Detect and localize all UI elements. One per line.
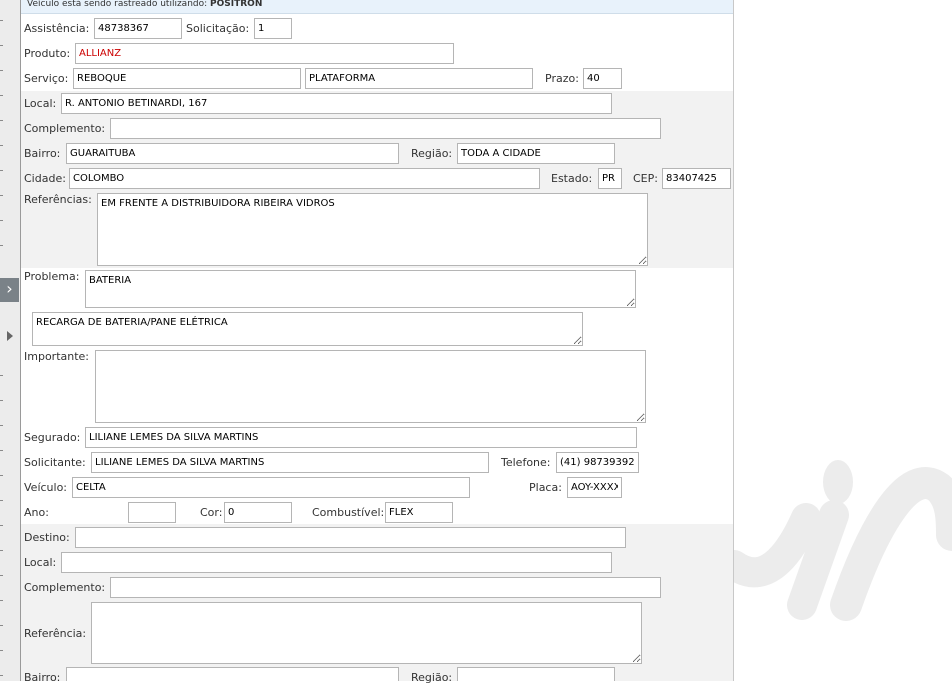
destino-regiao-input[interactable] (457, 667, 615, 681)
destino-local-input[interactable] (61, 552, 612, 573)
destino-referencia-textarea[interactable] (91, 602, 642, 664)
cep-input[interactable] (662, 168, 731, 189)
cidade-label: Cidade: (24, 172, 66, 185)
problema-textarea[interactable]: BATERIA (85, 270, 636, 308)
destino-regiao-label: Região: (411, 671, 453, 684)
problema-label: Problema: (24, 270, 80, 283)
prazo-label: Prazo: (545, 72, 579, 85)
left-sidebar: › (0, 0, 21, 681)
solicitacao-input[interactable] (254, 18, 292, 39)
assistencia-input[interactable] (94, 18, 182, 39)
estado-label: Estado: (551, 172, 593, 185)
estado-input[interactable] (598, 168, 622, 189)
servico-input[interactable] (73, 68, 301, 89)
banner-tracker: POSITRON (210, 0, 263, 9)
ano-label: Ano: (24, 506, 49, 519)
segurado-input[interactable] (85, 427, 637, 448)
chevron-right-icon: › (6, 279, 13, 298)
importante-textarea[interactable] (95, 350, 646, 423)
solicitacao-label: Solicitação: (186, 22, 250, 35)
destino-label: Destino: (24, 531, 70, 544)
servico-label: Serviço: (24, 72, 69, 85)
veiculo-input[interactable] (72, 477, 470, 498)
problema-detail-textarea[interactable]: RECARGA DE BATERIA/PANE ELÉTRICA (32, 312, 583, 346)
destino-bairro-label: Bairro: (24, 671, 61, 684)
assistencia-label: Assistência: (24, 22, 90, 35)
bairro-label: Bairro: (24, 147, 61, 160)
telefone-input[interactable] (556, 452, 639, 473)
destino-local-label: Local: (24, 556, 57, 569)
cor-input[interactable] (224, 502, 292, 523)
telefone-label: Telefone: (501, 456, 551, 469)
cor-label: Cor: (200, 506, 223, 519)
prazo-input[interactable] (583, 68, 622, 89)
referencias-label: Referências: (24, 193, 92, 206)
local-input[interactable] (61, 93, 612, 114)
complemento-label: Complemento: (24, 122, 106, 135)
expand-sidebar-button[interactable]: › (0, 278, 19, 302)
solicitante-label: Solicitante: (24, 456, 86, 469)
destino-complemento-input[interactable] (110, 577, 661, 598)
solicitante-input[interactable] (91, 452, 489, 473)
watermark-logo (734, 460, 952, 621)
destino-input[interactable] (75, 527, 626, 548)
referencias-textarea[interactable]: EM FRENTE A DISTRIBUIDORA RIBEIRA VIDROS (97, 193, 648, 266)
combustivel-label: Combustível: (312, 506, 385, 519)
destino-complemento-label: Complemento: (24, 581, 106, 594)
produto-label: Produto: (24, 47, 71, 60)
regiao-input[interactable] (457, 143, 615, 164)
produto-input[interactable] (75, 43, 454, 64)
veiculo-label: Veículo: (24, 481, 68, 494)
local-label: Local: (24, 97, 57, 110)
destino-referencia-label: Referência: (24, 627, 87, 640)
complemento-input[interactable] (110, 118, 661, 139)
regiao-label: Região: (411, 147, 453, 160)
importante-label: Importante: (24, 350, 90, 363)
placa-label: Placa: (529, 481, 562, 494)
combustivel-input[interactable] (385, 502, 453, 523)
servico-type-input[interactable] (305, 68, 533, 89)
destino-bairro-input[interactable] (66, 667, 399, 681)
ano-input[interactable] (128, 502, 176, 523)
segurado-label: Segurado: (24, 431, 81, 444)
cep-label: CEP: (633, 172, 658, 185)
cidade-input[interactable] (69, 168, 540, 189)
tracking-banner: Veículo está sendo rastreado utilizando:… (21, 0, 733, 14)
triangle-right-icon[interactable] (7, 331, 13, 341)
form-right-border (733, 0, 734, 681)
banner-text: Veículo está sendo rastreado utilizando: (27, 0, 208, 9)
placa-input[interactable] (567, 477, 622, 498)
bairro-input[interactable] (66, 143, 399, 164)
